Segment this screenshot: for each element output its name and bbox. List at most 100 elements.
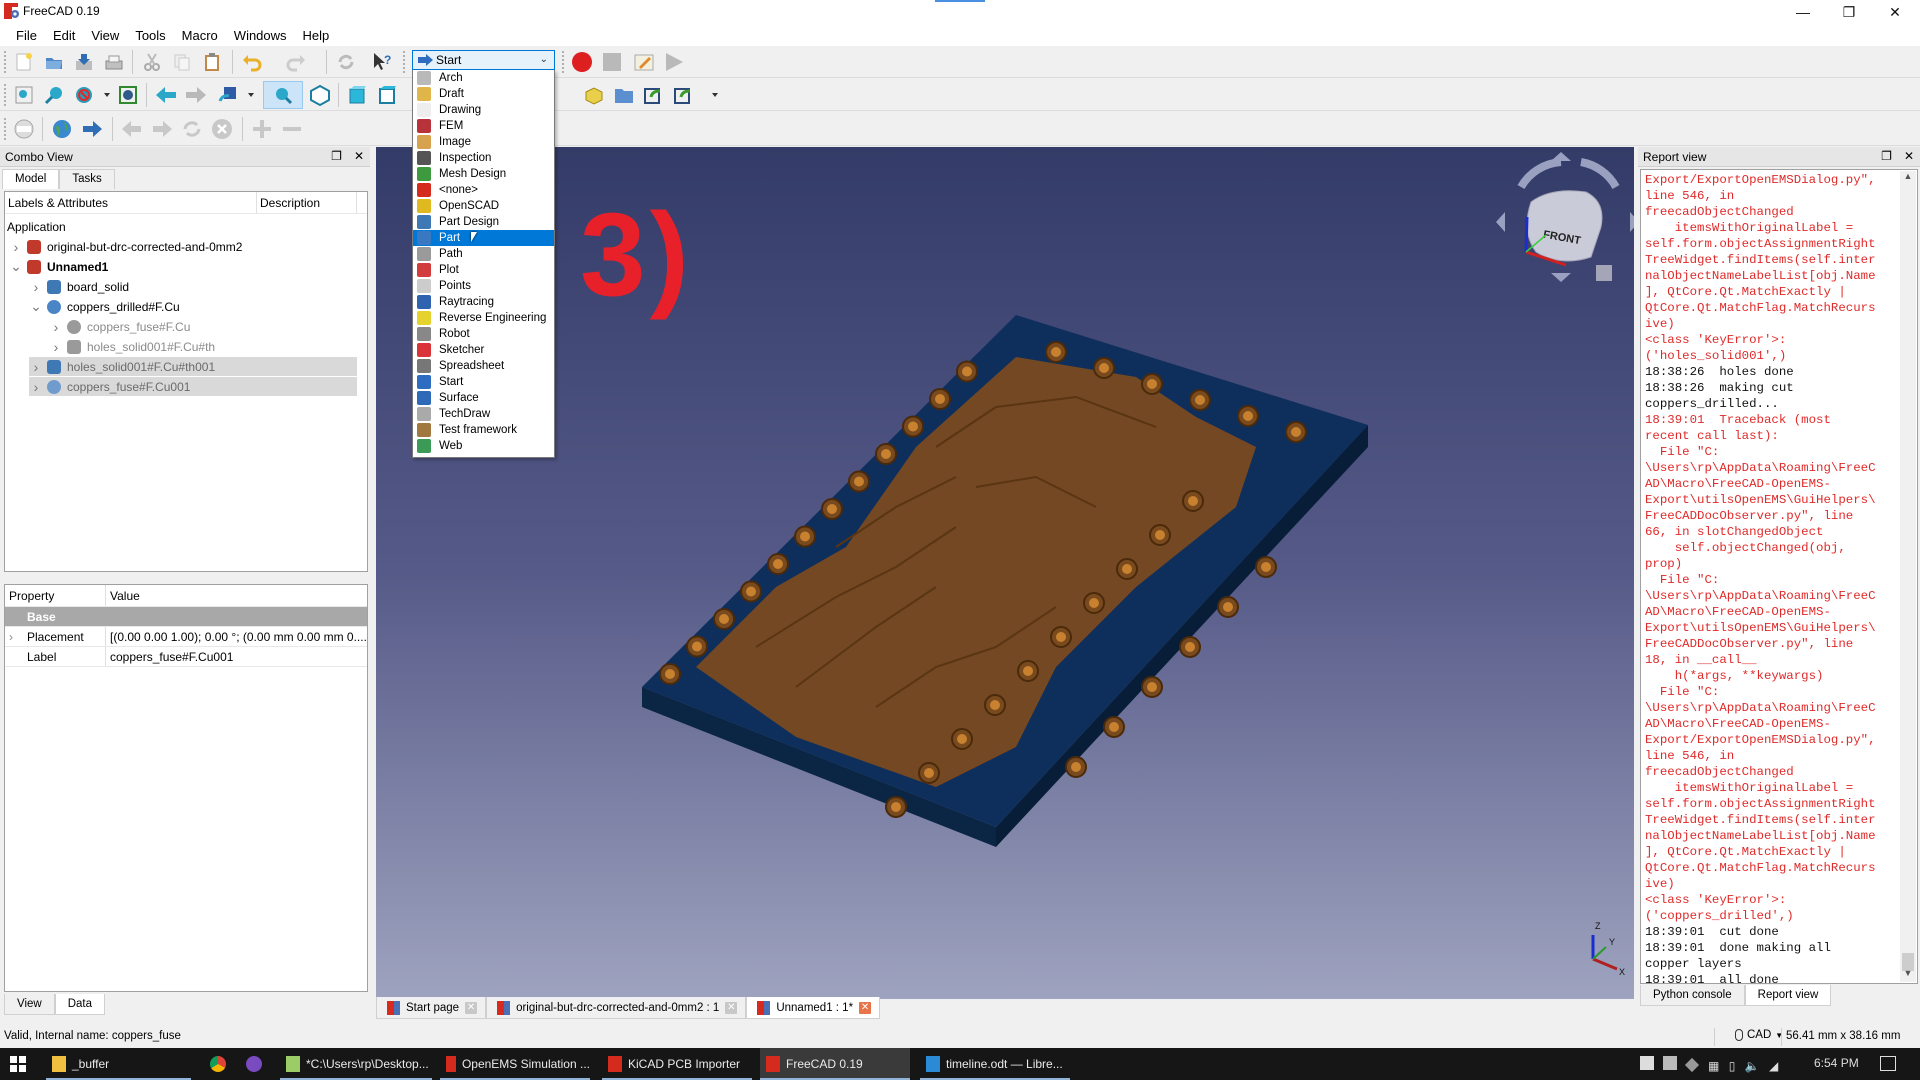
web-home-icon[interactable] [50, 117, 74, 141]
menu-edit[interactable]: Edit [45, 28, 83, 43]
expand-arrow-icon[interactable]: › [49, 339, 63, 355]
tab-tasks[interactable]: Tasks [59, 169, 115, 189]
menu-file[interactable]: File [8, 28, 45, 43]
scroll-up-icon[interactable]: ▲ [1900, 171, 1916, 185]
folder-icon[interactable] [612, 83, 636, 107]
navigation-style-selector[interactable]: CAD ▼ [1735, 1029, 1783, 1041]
link-actions-dropdown-icon[interactable] [712, 93, 718, 97]
web-forward-icon[interactable] [150, 117, 174, 141]
maximize-button[interactable]: ❐ [1826, 0, 1872, 24]
toolbar-grip[interactable] [4, 118, 7, 140]
workbench-option[interactable]: Inspection [413, 150, 554, 166]
property-row[interactable]: Label coppers_fuse#F.Cu001 [5, 647, 367, 667]
property-value[interactable]: [(0.00 0.00 1.00); 0.00 °; (0.00 mm 0.00… [105, 627, 367, 646]
pcb-model[interactable] [376, 147, 1634, 999]
macro-stop-icon[interactable] [600, 50, 624, 74]
toolbar-grip[interactable] [4, 84, 7, 106]
macro-run-icon[interactable] [662, 50, 686, 74]
web-refresh-icon[interactable] [180, 117, 204, 141]
menu-windows[interactable]: Windows [226, 28, 295, 43]
draw-style-dropdown-icon[interactable] [104, 93, 110, 97]
menu-view[interactable]: View [83, 28, 127, 43]
refresh-icon[interactable] [334, 50, 358, 74]
menu-help[interactable]: Help [295, 28, 338, 43]
link-actions-icon[interactable] [672, 83, 696, 107]
float-panel-icon[interactable]: ❐ [1881, 149, 1892, 163]
workbench-option[interactable]: Start [413, 374, 554, 390]
taskbar-item[interactable]: KiCAD PCB Importer [602, 1048, 752, 1080]
toolbar-grip[interactable] [403, 51, 406, 73]
cut-icon[interactable] [140, 50, 164, 74]
app-icon[interactable] [246, 1056, 262, 1072]
tree-item[interactable]: ⌄ Unnamed1 [9, 257, 108, 276]
collapse-arrow-icon[interactable]: ⌄ [29, 298, 43, 315]
part-workbench-box-icon[interactable] [582, 83, 606, 107]
close-button[interactable]: ✕ [1872, 0, 1918, 24]
undo-icon[interactable] [240, 50, 264, 74]
property-row[interactable]: › Placement [(0.00 0.00 1.00); 0.00 °; (0.… [5, 627, 367, 647]
tree-item[interactable]: ⌄ coppers_drilled#F.Cu [29, 297, 180, 316]
property-group-base[interactable]: Base [5, 607, 367, 627]
workbench-option[interactable]: Arch [413, 70, 554, 86]
tab-data[interactable]: Data [54, 994, 106, 1015]
workbench-option[interactable]: Sketcher [413, 342, 554, 358]
tree-item[interactable]: › holes_solid001#F.Cu#th [49, 337, 215, 356]
expand-arrow-icon[interactable]: › [9, 630, 27, 644]
view-top-icon[interactable] [376, 83, 400, 107]
clock[interactable]: 6:54 PM [1814, 1056, 1859, 1070]
expand-arrow-icon[interactable]: › [29, 359, 43, 375]
taskbar-item[interactable]: OpenEMS Simulation ... [440, 1048, 590, 1080]
close-tab-icon[interactable]: ✕ [725, 1001, 738, 1014]
float-panel-icon[interactable]: ❐ [331, 149, 342, 163]
close-tab-icon[interactable]: ✕ [859, 1001, 872, 1014]
tree-item[interactable]: › holes_solid001#F.Cu#th001 [29, 357, 357, 376]
sync-view-dropdown-icon[interactable] [248, 93, 254, 97]
column-description[interactable]: Description [257, 192, 357, 213]
taskbar-item[interactable]: FreeCAD 0.19 [760, 1048, 910, 1080]
view-forward-icon[interactable] [184, 83, 208, 107]
tab-model[interactable]: Model [2, 169, 60, 189]
windows-start-icon[interactable] [10, 1056, 26, 1075]
web-stop-icon[interactable] [210, 117, 234, 141]
new-document-icon[interactable] [12, 50, 36, 74]
toolbar-grip[interactable] [562, 51, 565, 73]
view-isometric-icon[interactable] [308, 83, 332, 107]
macro-record-icon[interactable] [570, 50, 594, 74]
fit-all-icon[interactable] [12, 83, 36, 107]
document-tab[interactable]: Start page ✕ [376, 997, 487, 1019]
zoom-in-icon[interactable] [250, 117, 274, 141]
macro-edit-icon[interactable] [632, 50, 656, 74]
sync-view-icon[interactable] [216, 83, 240, 107]
workbench-option[interactable]: Web [413, 438, 554, 454]
expand-arrow-icon[interactable]: › [49, 319, 63, 335]
copy-icon[interactable] [170, 50, 194, 74]
tree-item[interactable]: › coppers_fuse#F.Cu001 [29, 377, 357, 396]
workbench-option[interactable]: Surface [413, 390, 554, 406]
workbench-option[interactable]: Spreadsheet [413, 358, 554, 374]
workbench-option[interactable]: Drawing [413, 102, 554, 118]
property-value[interactable]: coppers_fuse#F.Cu001 [105, 647, 367, 666]
expand-arrow-icon[interactable]: › [9, 239, 23, 255]
view-back-icon[interactable] [154, 83, 178, 107]
print-icon[interactable] [102, 50, 126, 74]
web-open-icon[interactable] [80, 117, 104, 141]
document-tab[interactable]: original-but-drc-corrected-and-0mm2 : 1 ✕ [486, 997, 747, 1019]
chrome-icon[interactable] [210, 1056, 226, 1072]
taskbar-item[interactable]: timeline.odt — Libre... [920, 1048, 1070, 1080]
workbench-option[interactable]: FEM [413, 118, 554, 134]
3d-viewport[interactable]: 3) FRONT Z Y X [376, 147, 1634, 999]
tab-report-view[interactable]: Report view [1744, 985, 1832, 1006]
report-log[interactable]: Export/ExportOpenEMSDialog.py", line 546,… [1640, 169, 1918, 984]
std-views-button[interactable] [263, 81, 303, 109]
link-icon[interactable] [642, 83, 666, 107]
workbench-selector[interactable]: Start ⌄ [412, 50, 555, 70]
workbench-option[interactable]: Part Design [413, 214, 554, 230]
workbench-option[interactable]: Robot [413, 326, 554, 342]
zoom-out-icon[interactable] [280, 117, 304, 141]
menu-tools[interactable]: Tools [127, 28, 173, 43]
scroll-down-icon[interactable]: ▼ [1900, 968, 1916, 982]
workbench-option[interactable]: Draft [413, 86, 554, 102]
expand-arrow-icon[interactable]: › [29, 379, 43, 395]
column-labels[interactable]: Labels & Attributes [5, 192, 257, 213]
bounding-box-icon[interactable] [116, 83, 140, 107]
